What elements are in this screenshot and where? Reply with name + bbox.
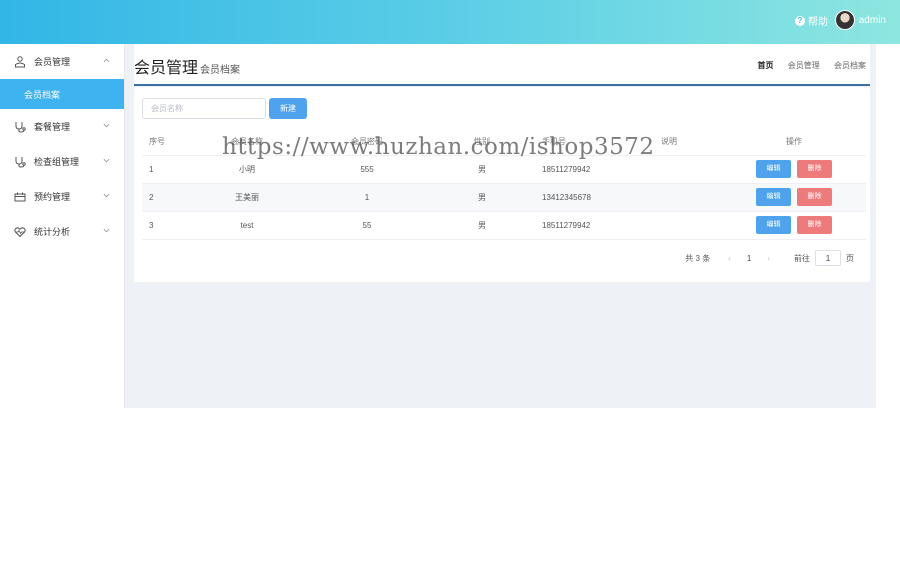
calendar-icon	[14, 192, 26, 201]
page-title: 会员管理 会员档案	[134, 54, 240, 78]
breadcrumb-current: 会员档案	[834, 61, 866, 70]
page-header: 会员管理 会员档案 首页 会员管理 会员档案	[134, 44, 870, 85]
col-index: 序号	[142, 129, 207, 156]
breadcrumb: 首页 会员管理 会员档案	[746, 60, 866, 71]
cell-phone: 13412345678	[517, 183, 647, 212]
top-header: ? 帮助 admin	[0, 0, 900, 44]
breadcrumb-home[interactable]: 首页	[758, 61, 774, 70]
cell-actions: 编辑 删除	[722, 211, 866, 240]
cell-note	[647, 155, 722, 184]
chevron-up-icon	[103, 58, 110, 63]
col-note: 说明	[647, 129, 722, 156]
pagination: 共 3 条 ‹ 1 › 前往 页	[685, 250, 854, 266]
sidebar: 会员管理 会员档案 套餐管理 检查组管理 预约管理 统计分析	[0, 44, 125, 408]
delete-button[interactable]: 删除	[797, 216, 832, 234]
cell-password: 1	[287, 183, 447, 212]
content-card: 新建 序号 会员名称 会员密码 性别 手机号 说明 操作 1 小明 555	[134, 87, 870, 282]
page-suffix: 页	[846, 253, 854, 263]
delete-button[interactable]: 删除	[797, 188, 832, 206]
goto-label: 前往	[794, 253, 810, 263]
cell-name: test	[207, 211, 287, 240]
main-content: 会员管理会员档案 首页 会员管理 会员档案 新建 序号 会员名称 会员密码 性别…	[125, 44, 876, 408]
username: admin	[858, 14, 886, 26]
cell-name: 王美丽	[207, 183, 287, 212]
page-number-current[interactable]: 1	[747, 254, 751, 263]
cell-note	[647, 183, 722, 212]
help-link[interactable]: ? 帮助	[795, 13, 828, 28]
sidebar-item-member[interactable]: 会员管理	[0, 44, 124, 79]
prev-page-button[interactable]: ‹	[728, 254, 731, 263]
header-divider	[134, 84, 870, 86]
sidebar-item-package[interactable]: 套餐管理	[0, 109, 124, 144]
sidebar-item-appointment[interactable]: 预约管理	[0, 179, 124, 214]
cell-sex: 男	[447, 183, 517, 212]
delete-button[interactable]: 删除	[797, 160, 832, 178]
sidebar-subitem-label: 会员档案	[24, 89, 61, 100]
stethoscope-icon	[15, 156, 26, 168]
edit-button[interactable]: 编辑	[756, 216, 791, 234]
sidebar-item-label: 会员管理	[34, 57, 71, 67]
breadcrumb-item[interactable]: 会员管理	[788, 61, 820, 70]
sidebar-item-label: 套餐管理	[34, 122, 71, 132]
page-subtitle: 会员档案	[200, 65, 241, 76]
user-menu[interactable]: admin	[834, 10, 886, 30]
cell-actions: 编辑 删除	[722, 183, 866, 212]
help-icon: ?	[795, 15, 805, 26]
help-label: 帮助	[808, 17, 828, 28]
cell-note	[647, 211, 722, 240]
sidebar-subitem-member-archive[interactable]: 会员档案	[0, 79, 124, 109]
cell-sex: 男	[447, 211, 517, 240]
pagination-total: 共 3 条	[685, 253, 711, 263]
chevron-down-icon	[103, 123, 110, 128]
stethoscope-icon	[15, 121, 26, 133]
chevron-down-icon	[103, 228, 110, 233]
member-icon	[15, 55, 25, 67]
sidebar-item-label: 检查组管理	[34, 157, 80, 167]
new-button[interactable]: 新建	[269, 98, 307, 119]
chevron-down-icon	[103, 158, 110, 163]
table-row: 2 王美丽 1 男 13412345678 编辑 删除	[142, 183, 866, 212]
col-actions: 操作	[722, 129, 866, 156]
sidebar-item-checkgroup[interactable]: 检查组管理	[0, 144, 124, 179]
edit-button[interactable]: 编辑	[756, 160, 791, 178]
cell-password: 55	[287, 211, 447, 240]
cell-actions: 编辑 删除	[722, 155, 866, 184]
heartbeat-icon	[14, 226, 26, 237]
cell-index: 2	[142, 183, 207, 212]
goto-page-input[interactable]	[815, 250, 841, 266]
table-row: 3 test 55 男 18511279942 编辑 删除	[142, 211, 866, 240]
watermark-text: https://www.huzhan.com/ishop3572	[222, 134, 655, 160]
edit-button[interactable]: 编辑	[756, 188, 791, 206]
sidebar-item-label: 预约管理	[34, 192, 71, 202]
page-title-text: 会员管理	[134, 60, 199, 77]
next-page-button[interactable]: ›	[767, 254, 770, 263]
cell-index: 1	[142, 155, 207, 184]
member-name-search-input[interactable]	[142, 98, 266, 119]
cell-phone: 18511279942	[517, 211, 647, 240]
cell-index: 3	[142, 211, 207, 240]
sidebar-item-statistics[interactable]: 统计分析	[0, 214, 124, 249]
chevron-down-icon	[103, 193, 110, 198]
sidebar-item-label: 统计分析	[34, 227, 71, 237]
avatar[interactable]	[834, 10, 855, 30]
